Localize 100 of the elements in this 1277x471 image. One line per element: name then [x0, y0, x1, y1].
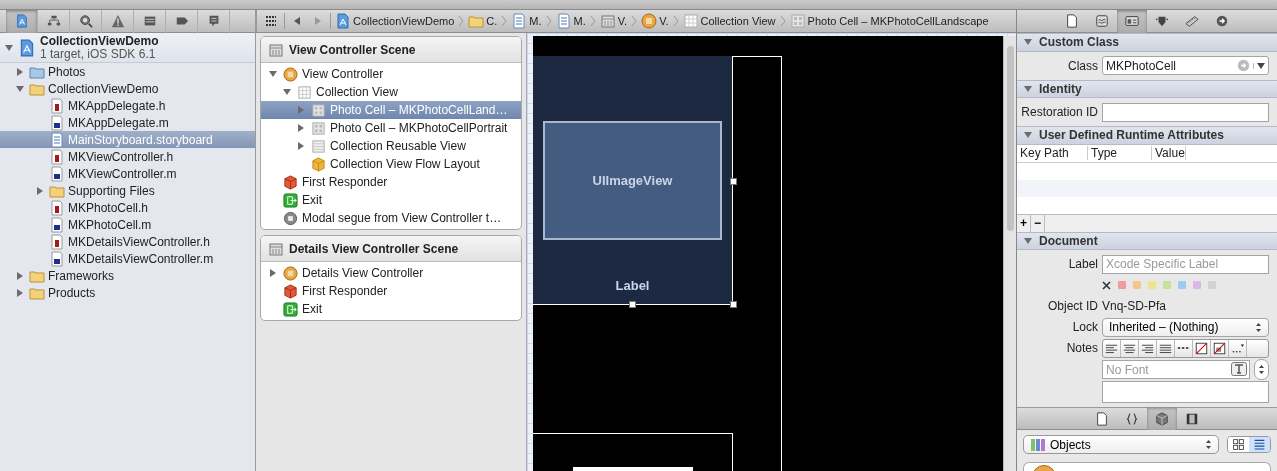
column-header[interactable]: Value — [1152, 146, 1186, 160]
section-header[interactable]: Identity — [1017, 79, 1277, 98]
disclosure-triangle-icon[interactable] — [296, 123, 306, 133]
tree-item[interactable]: View Controller — [261, 65, 521, 83]
image-view[interactable]: UIImageView — [543, 121, 722, 240]
disclosure-triangle-icon[interactable] — [268, 69, 278, 79]
field-label: Label — [1067, 257, 1098, 271]
breadcrumb[interactable]: M. — [510, 13, 543, 29]
source-file-icon — [49, 114, 65, 131]
color-swatch[interactable] — [1193, 281, 1201, 289]
tree-item[interactable]: MKAppDelegate.m — [0, 114, 255, 131]
breadcrumb[interactable]: M. — [554, 13, 587, 29]
font-field[interactable]: No Font — [1102, 360, 1250, 379]
format-button[interactable] — [1121, 339, 1139, 357]
scroll-thumb[interactable] — [1006, 46, 1014, 231]
lock-popup[interactable]: Inherited – (Nothing) — [1102, 317, 1269, 337]
column-header[interactable]: Key Path — [1017, 146, 1088, 160]
grid-view-icon — [1232, 438, 1245, 451]
header-file-icon — [49, 97, 65, 114]
tree-item[interactable]: Collection Reusable View — [261, 137, 521, 155]
tree-item[interactable]: MKAppDelegate.h — [0, 97, 255, 114]
breadcrumb[interactable]: CollectionViewDemo — [334, 13, 456, 29]
tree-item[interactable]: Modal segue from View Controller t… — [261, 209, 521, 227]
source-file-icon — [49, 216, 65, 233]
tree-item[interactable]: MKViewController.h — [0, 148, 255, 165]
tree-item[interactable]: Exit — [261, 300, 521, 318]
cell-label[interactable]: Label — [533, 278, 732, 293]
tree-item[interactable]: First Responder — [261, 173, 521, 191]
objects-popup[interactable]: Objects — [1023, 435, 1219, 454]
font-size-stepper[interactable] — [1254, 359, 1269, 380]
color-swatch[interactable] — [1148, 281, 1156, 289]
notes-field[interactable] — [1102, 381, 1269, 403]
toolbar-tab[interactable] — [1117, 9, 1147, 33]
resize-handle[interactable] — [730, 301, 737, 308]
disclosure-triangle-icon[interactable] — [1023, 83, 1033, 94]
tree-item[interactable]: Collection View Flow Layout — [261, 155, 521, 173]
storyboard-file-icon — [49, 131, 65, 148]
tree-item[interactable]: First Responder — [261, 282, 521, 300]
library-item[interactable] — [1023, 462, 1271, 471]
breadcrumb[interactable]: C. — [467, 13, 499, 29]
font-picker-icon[interactable] — [1231, 362, 1247, 376]
disclosure-triangle-icon[interactable] — [15, 83, 25, 94]
format-button[interactable] — [1139, 339, 1157, 357]
color-swatch[interactable] — [1178, 281, 1186, 289]
column-header[interactable]: Type — [1088, 146, 1152, 160]
scene-header[interactable]: Details View Controller Scene — [261, 236, 521, 262]
disclosure-triangle-icon[interactable] — [296, 141, 306, 151]
breadcrumb[interactable]: Photo Cell – MKPhotoCellLandscape — [788, 13, 990, 29]
breadcrumb[interactable]: V. — [598, 13, 629, 29]
section-header[interactable]: Custom Class — [1017, 33, 1277, 52]
tree-item[interactable]: CollectionViewDemo — [0, 80, 255, 97]
tree-item[interactable]: MKViewController.m — [0, 165, 255, 182]
collection-cell[interactable]: UIImageView Label — [533, 56, 733, 305]
add-button[interactable]: + — [1017, 214, 1031, 232]
disclosure-triangle-icon[interactable] — [15, 66, 25, 77]
breadcrumb[interactable]: Collection View — [681, 13, 777, 29]
scroll-bar[interactable] — [1003, 36, 1016, 471]
tree-item[interactable]: Products — [0, 284, 255, 301]
tree-item[interactable]: MKPhotoCell.h — [0, 199, 255, 216]
label-field[interactable]: Xcode Specific Label — [1102, 254, 1269, 274]
format-button[interactable] — [1193, 339, 1211, 357]
disclosure-triangle-icon[interactable] — [4, 42, 14, 53]
resize-handle[interactable] — [730, 178, 737, 185]
format-button[interactable] — [1103, 339, 1121, 357]
tree-item[interactable]: Details View Controller — [261, 264, 521, 282]
tree-item[interactable]: MKPhotoCell.m — [0, 216, 255, 233]
view-toggle[interactable] — [1228, 437, 1249, 452]
project-item[interactable]: CollectionViewDemo 1 target, iOS SDK 6.1 — [0, 33, 255, 63]
tree-item[interactable]: Exit — [261, 191, 521, 209]
film-icon — [1185, 411, 1199, 426]
class-combo-box[interactable]: MKPhotoCell — [1102, 56, 1269, 75]
view-toggle[interactable] — [1249, 437, 1270, 452]
disclosure-triangle-icon[interactable] — [15, 287, 25, 298]
controller-icon — [283, 66, 298, 82]
format-button[interactable] — [1175, 339, 1193, 357]
tree-item[interactable]: Photos — [0, 63, 255, 80]
disclosure-triangle-icon[interactable] — [268, 268, 278, 278]
tree-item[interactable]: Photo Cell – MKPhotoCellPortrait — [261, 119, 521, 137]
tree-item[interactable]: Supporting Files — [0, 182, 255, 199]
format-button[interactable] — [1211, 339, 1229, 357]
color-swatch[interactable] — [1118, 281, 1126, 289]
tree-item[interactable]: MKDetailsViewController.m — [0, 250, 255, 267]
clear-color-icon[interactable] — [1102, 280, 1111, 290]
resize-handle[interactable] — [629, 301, 636, 308]
project-name: CollectionViewDemo — [40, 34, 159, 48]
tree-item[interactable]: Collection View — [261, 83, 521, 101]
color-swatch[interactable] — [1133, 281, 1141, 289]
disclosure-triangle-icon[interactable] — [35, 185, 45, 196]
tree-item[interactable]: MKDetailsViewController.h — [0, 233, 255, 250]
disclosure-triangle-icon[interactable] — [1023, 235, 1033, 246]
breadcrumb[interactable]: V. — [640, 13, 670, 29]
restoration-id-field[interactable] — [1102, 102, 1269, 122]
scene-header[interactable]: View Controller Scene — [261, 37, 521, 63]
disclosure-triangle-icon[interactable] — [282, 87, 292, 97]
tree-item[interactable]: Frameworks — [0, 267, 255, 284]
section-header[interactable]: User Defined Runtime Attributes — [1017, 126, 1277, 145]
remove-button[interactable]: − — [1031, 214, 1045, 232]
color-swatch[interactable] — [1163, 281, 1171, 289]
format-button[interactable] — [1157, 339, 1175, 357]
disclosure-triangle-icon[interactable] — [15, 270, 25, 281]
